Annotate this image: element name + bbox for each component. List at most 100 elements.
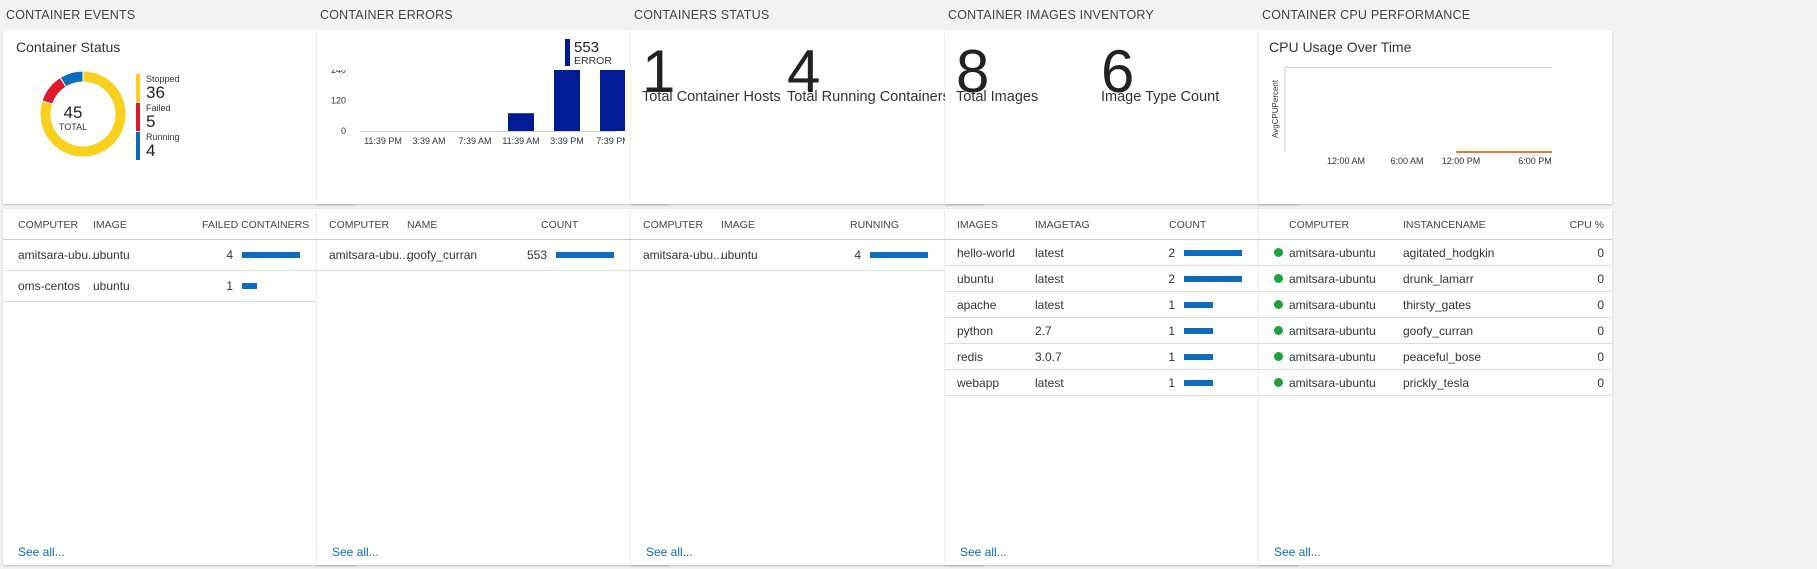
cell-count: 1 bbox=[1168, 350, 1175, 364]
table-row[interactable]: amitsara-ubuntu agitated_hodgkin 0 bbox=[1259, 240, 1612, 266]
failed-containers-table: COMPUTER IMAGE FAILED CONTAINERS amitsar… bbox=[3, 209, 356, 565]
column-header[interactable]: COMPUTER bbox=[18, 219, 78, 231]
column-header[interactable]: FAILED CONTAINERS bbox=[202, 219, 309, 231]
see-all-link[interactable]: See all... bbox=[646, 545, 693, 559]
cell-cpu: 0 bbox=[1597, 272, 1604, 286]
column-header[interactable]: IMAGE bbox=[721, 219, 755, 231]
column-header[interactable]: COMPUTER bbox=[643, 219, 703, 231]
status-dot-icon bbox=[1274, 378, 1283, 387]
container-errors-tile[interactable]: 553 ERROR 0 120 240 11:39 PM 3:39 AM 7:39 AM 1… bbox=[317, 30, 670, 204]
status-dot-icon bbox=[1274, 300, 1283, 309]
table-row[interactable]: amitsara-ubu... goofy_curran 553 bbox=[317, 240, 670, 271]
table-row[interactable]: webapp latest 1 bbox=[945, 370, 1298, 396]
table-row[interactable]: apache latest 1 bbox=[945, 292, 1298, 318]
cell-computer: amitsara-ubu... bbox=[18, 248, 99, 262]
cell-image: webapp bbox=[957, 376, 1000, 390]
cell-image: ubuntu bbox=[93, 279, 130, 293]
table-row[interactable]: ubuntu latest 2 bbox=[945, 266, 1298, 292]
images-inventory-tile[interactable]: 8 Total Images 6 Image Type Count bbox=[945, 30, 1298, 204]
table-row[interactable]: amitsara-ubu... ubuntu 4 bbox=[3, 240, 356, 271]
count-bar bbox=[556, 252, 614, 258]
cell-name: goofy_curran bbox=[407, 248, 478, 262]
table-row[interactable]: amitsara-ubuntu drunk_lamarr 0 bbox=[1259, 266, 1612, 292]
cell-image: redis bbox=[957, 350, 984, 364]
x-tick-label: 12:00 AM bbox=[1327, 156, 1365, 166]
count-bar bbox=[1184, 354, 1213, 360]
cell-count: 4 bbox=[854, 248, 861, 262]
error-bar bbox=[600, 70, 625, 131]
cell-cpu: 0 bbox=[1597, 246, 1604, 260]
cell-tag: latest bbox=[1035, 376, 1064, 390]
table-row[interactable]: amitsara-ubuntu thirsty_gates 0 bbox=[1259, 292, 1612, 318]
cell-count: 1 bbox=[226, 279, 233, 293]
legend-swatch bbox=[136, 74, 140, 102]
table-row[interactable]: hello-world latest 2 bbox=[945, 240, 1298, 266]
column-header[interactable]: IMAGE bbox=[93, 219, 127, 231]
table-row[interactable]: amitsara-ubu... ubuntu 4 bbox=[631, 240, 984, 271]
legend-value: 553 bbox=[574, 39, 600, 56]
cell-tag: latest bbox=[1035, 298, 1064, 312]
status-dot-icon bbox=[1274, 248, 1283, 257]
column-header[interactable]: COUNT bbox=[541, 219, 578, 231]
table-row[interactable]: redis 3.0.7 1 bbox=[945, 344, 1298, 370]
cell-computer: amitsara-ubuntu bbox=[1289, 324, 1376, 338]
x-tick-label: 12:00 PM bbox=[1442, 156, 1481, 166]
chart-title: CPU Usage Over Time bbox=[1269, 39, 1412, 55]
cell-instance: drunk_lamarr bbox=[1403, 272, 1474, 286]
cell-cpu: 0 bbox=[1597, 350, 1604, 364]
cell-computer: amitsara-ubuntu bbox=[1289, 350, 1376, 364]
column-header[interactable]: RUNNING bbox=[850, 219, 899, 231]
column-header[interactable]: CPU % bbox=[1570, 219, 1604, 231]
legend-value: 4 bbox=[146, 141, 156, 160]
column-header[interactable]: IMAGES bbox=[957, 219, 998, 231]
section-title: CONTAINER IMAGES INVENTORY bbox=[948, 8, 1154, 22]
cell-count: 2 bbox=[1168, 272, 1175, 286]
legend-swatch bbox=[136, 132, 140, 160]
legend-swatch bbox=[565, 39, 570, 66]
table-row[interactable]: amitsara-ubuntu peaceful_bose 0 bbox=[1259, 344, 1612, 370]
see-all-link[interactable]: See all... bbox=[1274, 545, 1321, 559]
count-bar bbox=[870, 252, 928, 258]
containers-status-column: CONTAINERS STATUS 1 Total Container Host… bbox=[628, 0, 984, 569]
status-dot-icon bbox=[1274, 326, 1283, 335]
section-title: CONTAINER EVENTS bbox=[6, 8, 136, 22]
legend-value: 5 bbox=[146, 112, 156, 131]
column-header[interactable]: IMAGETAG bbox=[1035, 219, 1090, 231]
cell-image: apache bbox=[957, 298, 997, 312]
column-header[interactable]: COUNT bbox=[1169, 219, 1206, 231]
table-row[interactable]: amitsara-ubuntu goofy_curran 0 bbox=[1259, 318, 1612, 344]
see-all-link[interactable]: See all... bbox=[332, 545, 379, 559]
column-header[interactable]: INSTANCENAME bbox=[1403, 219, 1486, 231]
divider bbox=[1259, 239, 1612, 240]
errors-table: COMPUTER NAME COUNT amitsara-ubu... goof… bbox=[317, 209, 670, 565]
column-header[interactable]: COMPUTER bbox=[1289, 219, 1349, 231]
table-row[interactable]: amitsara-ubuntu prickly_tesla 0 bbox=[1259, 370, 1612, 396]
running-containers-table: COMPUTER IMAGE RUNNING amitsara-ubu... u… bbox=[631, 209, 984, 565]
table-row[interactable]: python 2.7 1 bbox=[945, 318, 1298, 344]
x-tick-label: 3:39 AM bbox=[412, 136, 445, 146]
metric-label-running: Total Running Containers bbox=[787, 89, 950, 105]
legend-item-running: Running 4 bbox=[136, 132, 216, 160]
count-bar bbox=[1184, 250, 1242, 256]
see-all-link[interactable]: See all... bbox=[960, 545, 1007, 559]
count-bar bbox=[242, 252, 300, 258]
cpu-line-chart: AvgCPUPercent 12:00 AM 6:00 AM 12:00 PM 6:00… bbox=[1271, 67, 1552, 166]
table-row[interactable]: oms-centos ubuntu 1 bbox=[3, 271, 356, 302]
cpu-usage-tile[interactable]: CPU Usage Over Time AvgCPUPercent 12:00 A… bbox=[1259, 30, 1612, 204]
count-bar bbox=[1184, 328, 1213, 334]
section-title: CONTAINERS STATUS bbox=[634, 8, 770, 22]
container-events-column: CONTAINER EVENTS Container Status 45 TOT… bbox=[0, 0, 356, 569]
cell-computer: amitsara-ubu... bbox=[329, 248, 410, 262]
cell-image: ubuntu bbox=[721, 248, 758, 262]
x-tick-label: 7:39 AM bbox=[458, 136, 491, 146]
see-all-link[interactable]: See all... bbox=[18, 545, 65, 559]
containers-status-tile[interactable]: 1 Total Container Hosts 4 Total Running … bbox=[631, 30, 984, 204]
legend-item-stopped: Stopped 36 bbox=[136, 74, 216, 102]
column-header[interactable]: COMPUTER bbox=[329, 219, 389, 231]
x-tick-label: 6:00 AM bbox=[1390, 156, 1423, 166]
metric-label-hosts: Total Container Hosts bbox=[642, 89, 781, 105]
container-status-tile[interactable]: Container Status 45 TOTAL Stopped 36 Fai… bbox=[3, 30, 356, 204]
status-donut-chart bbox=[39, 70, 127, 158]
cpu-table: COMPUTER INSTANCENAME CPU % amitsara-ubu… bbox=[1259, 209, 1612, 565]
column-header[interactable]: NAME bbox=[407, 219, 437, 231]
